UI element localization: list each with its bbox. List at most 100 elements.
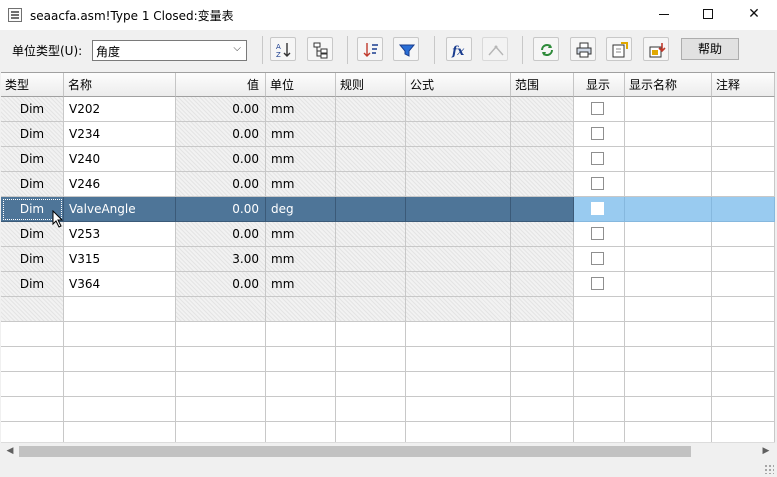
resize-grip-icon[interactable] [764, 464, 774, 474]
formula-button[interactable]: fx [446, 37, 472, 61]
cell-formula[interactable] [406, 347, 511, 372]
cell-rule[interactable] [336, 247, 406, 272]
cell-type[interactable] [1, 422, 64, 442]
table-row[interactable]: Dim V246 0.00 mm [1, 172, 775, 197]
cell-comment[interactable] [712, 122, 775, 147]
display-checkbox[interactable] [591, 277, 604, 290]
cell-type[interactable]: Dim [1, 97, 64, 122]
cell-unit[interactable] [266, 422, 336, 442]
cell-display[interactable] [574, 172, 625, 197]
column-header-display-name[interactable]: 显示名称 [625, 73, 712, 97]
cell-comment[interactable] [712, 397, 775, 422]
minimize-button[interactable] [641, 0, 687, 30]
cell-range[interactable] [511, 97, 574, 122]
cell-formula[interactable] [406, 322, 511, 347]
cell-display[interactable] [574, 347, 625, 372]
table-row[interactable]: Dim V202 0.00 mm [1, 97, 775, 122]
cell-unit[interactable] [266, 297, 336, 322]
table-row[interactable]: Dim ValveAngle 0.00 deg [1, 197, 775, 222]
cell-rule[interactable] [336, 347, 406, 372]
cell-range[interactable] [511, 422, 574, 442]
cell-comment[interactable] [712, 197, 775, 222]
cell-display-name[interactable] [625, 372, 712, 397]
cell-name[interactable]: V364 [64, 272, 176, 297]
cell-type[interactable]: Dim [1, 272, 64, 297]
cell-formula[interactable] [406, 122, 511, 147]
cell-value[interactable] [176, 297, 266, 322]
cell-range[interactable] [511, 397, 574, 422]
cell-formula[interactable] [406, 422, 511, 442]
display-checkbox[interactable] [591, 152, 604, 165]
variable-table[interactable]: 类型 名称 值 单位 规则 公式 范围 显示 显示名称 注释 Dim V202 0.… [1, 72, 775, 442]
cell-type[interactable]: Dim [1, 247, 64, 272]
cell-rule[interactable] [336, 272, 406, 297]
cell-range[interactable] [511, 247, 574, 272]
cell-comment[interactable] [712, 372, 775, 397]
cell-rule[interactable] [336, 422, 406, 442]
cell-display-name[interactable] [625, 272, 712, 297]
cell-type[interactable] [1, 322, 64, 347]
cell-comment[interactable] [712, 222, 775, 247]
cell-type[interactable]: Dim [1, 147, 64, 172]
cell-display[interactable] [574, 322, 625, 347]
cell-unit[interactable]: deg [266, 197, 336, 222]
cell-value[interactable]: 3.00 [176, 247, 266, 272]
cell-formula[interactable] [406, 372, 511, 397]
cell-display-name[interactable] [625, 122, 712, 147]
cell-type[interactable]: Dim [1, 172, 64, 197]
cell-name[interactable] [64, 422, 176, 442]
table-row[interactable]: Dim V253 0.00 mm [1, 222, 775, 247]
cell-value[interactable] [176, 347, 266, 372]
cell-value[interactable]: 0.00 [176, 272, 266, 297]
help-button[interactable]: 帮助 [681, 38, 739, 60]
display-checkbox[interactable] [591, 127, 604, 140]
display-checkbox[interactable] [591, 102, 604, 115]
cell-name[interactable]: V315 [64, 247, 176, 272]
cell-display-name[interactable] [625, 147, 712, 172]
refresh-button[interactable] [533, 37, 559, 61]
cell-formula[interactable] [406, 222, 511, 247]
table-row[interactable]: Dim V315 3.00 mm [1, 247, 775, 272]
cell-display[interactable] [574, 297, 625, 322]
cell-display[interactable] [574, 222, 625, 247]
cell-formula[interactable] [406, 247, 511, 272]
cell-rule[interactable] [336, 297, 406, 322]
column-header-value[interactable]: 值 [176, 73, 266, 97]
cell-type[interactable]: Dim [1, 122, 64, 147]
cell-value[interactable]: 0.00 [176, 222, 266, 247]
cell-rule[interactable] [336, 222, 406, 247]
cell-name[interactable]: ValveAngle [64, 197, 176, 222]
cell-value[interactable] [176, 322, 266, 347]
horizontal-scrollbar[interactable]: ◀ ▶ [1, 442, 775, 459]
cell-display-name[interactable] [625, 172, 712, 197]
cell-type[interactable] [1, 347, 64, 372]
cell-range[interactable] [511, 222, 574, 247]
cell-comment[interactable] [712, 347, 775, 372]
import-button[interactable] [643, 37, 669, 61]
empty-table-row[interactable] [1, 397, 775, 422]
maximize-button[interactable] [685, 0, 731, 30]
scroll-left-icon[interactable]: ◀ [3, 445, 17, 458]
column-header-display[interactable]: 显示 [574, 73, 625, 97]
cell-rule[interactable] [336, 147, 406, 172]
cell-name[interactable]: V246 [64, 172, 176, 197]
cell-name[interactable]: V253 [64, 222, 176, 247]
cell-display-name[interactable] [625, 322, 712, 347]
cell-display[interactable] [574, 97, 625, 122]
cell-display[interactable] [574, 397, 625, 422]
display-checkbox[interactable] [591, 202, 604, 215]
cell-range[interactable] [511, 322, 574, 347]
empty-table-row[interactable] [1, 422, 775, 442]
cell-name[interactable]: V240 [64, 147, 176, 172]
empty-table-row[interactable] [1, 322, 775, 347]
cell-unit[interactable] [266, 397, 336, 422]
cell-range[interactable] [511, 122, 574, 147]
cell-display[interactable] [574, 247, 625, 272]
column-header-formula[interactable]: 公式 [406, 73, 511, 97]
cell-unit[interactable]: mm [266, 247, 336, 272]
cell-display-name[interactable] [625, 397, 712, 422]
cell-unit[interactable]: mm [266, 222, 336, 247]
cell-value[interactable]: 0.00 [176, 147, 266, 172]
cell-unit[interactable]: mm [266, 172, 336, 197]
cell-display-name[interactable] [625, 422, 712, 442]
